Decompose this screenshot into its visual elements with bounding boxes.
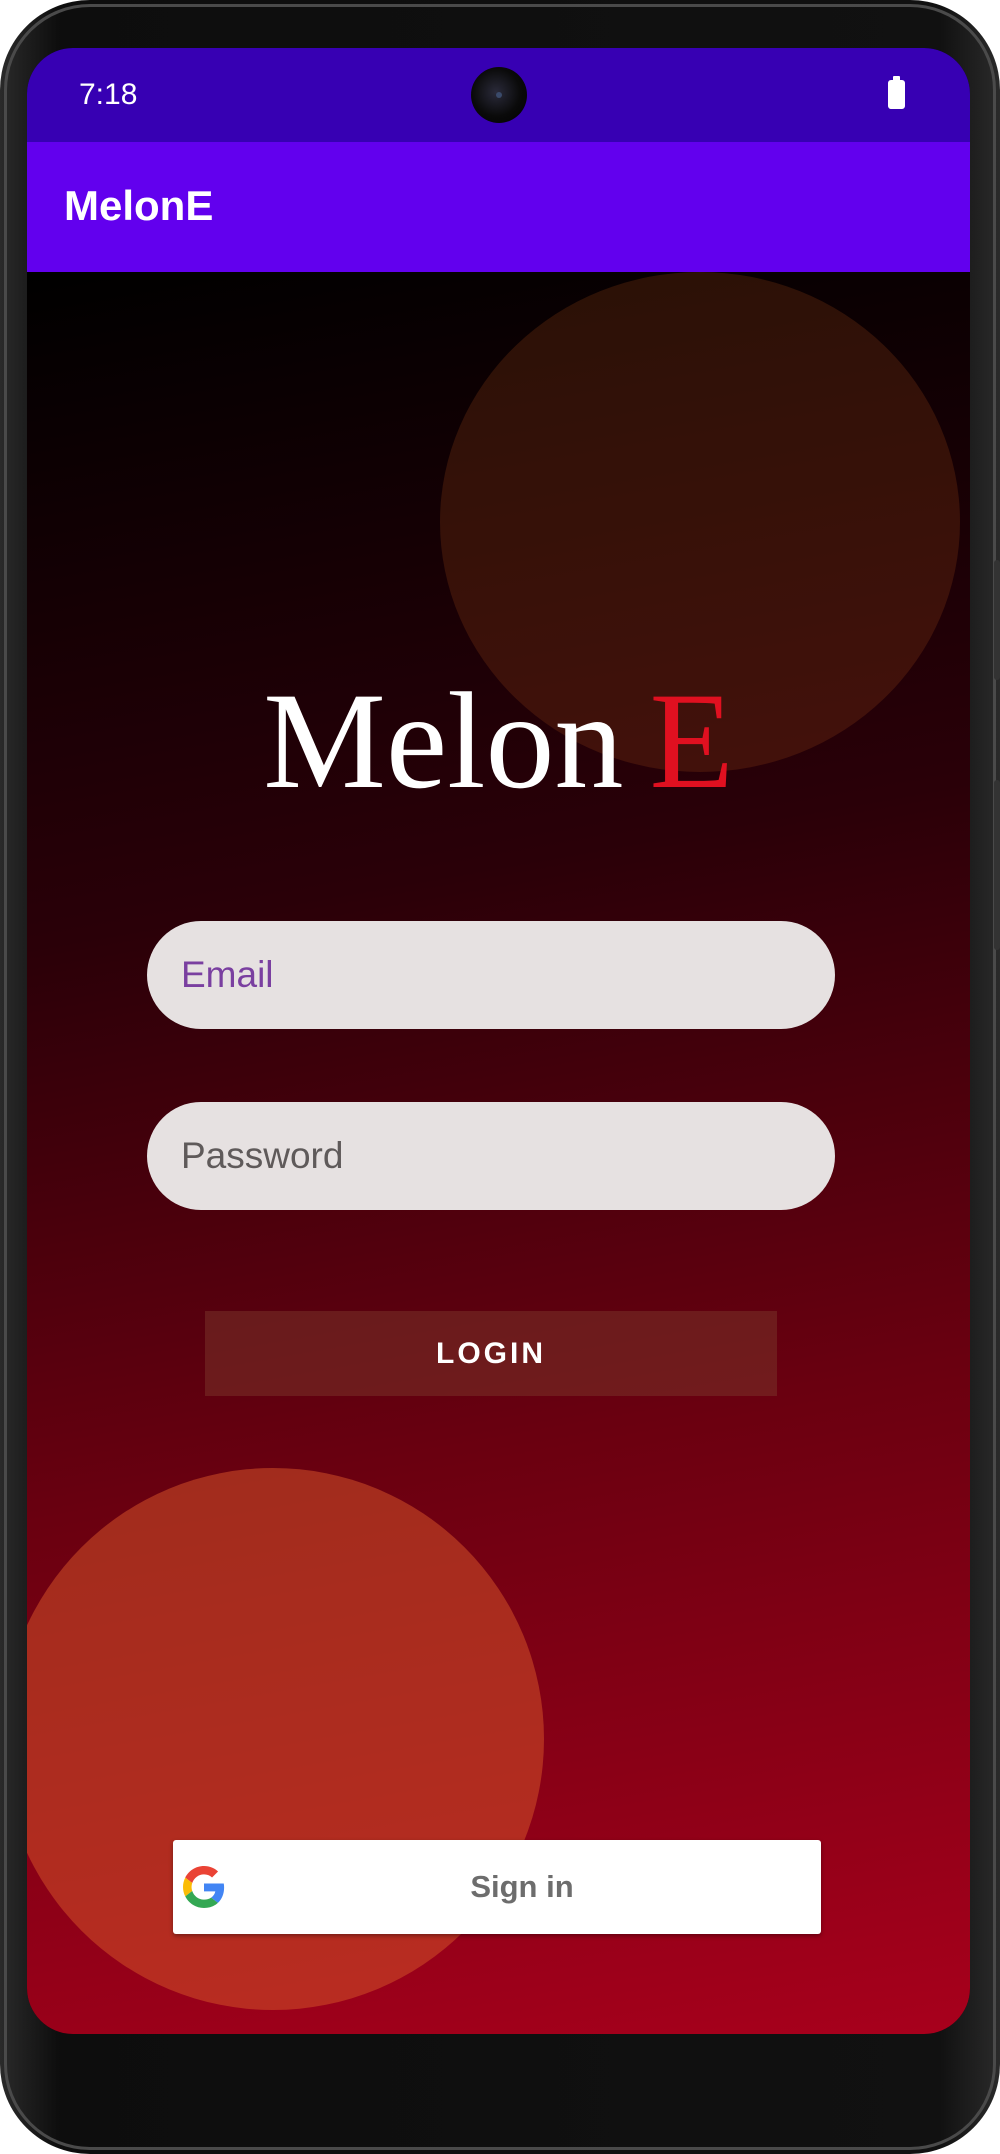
app-bar: MelonE <box>27 142 970 272</box>
status-time: 7:18 <box>79 78 138 111</box>
phone-screen: 7:18 MelonE MelonE LOGIN Sign in <box>27 48 970 2034</box>
google-sign-in-button[interactable]: Sign in <box>173 1840 821 1934</box>
app-title: MelonE <box>64 182 214 229</box>
login-screen: MelonE LOGIN Sign in <box>27 272 970 2034</box>
email-field[interactable] <box>147 921 835 1029</box>
logo-text-main: Melon <box>263 664 624 817</box>
password-field[interactable] <box>147 1102 835 1210</box>
front-camera <box>471 67 527 123</box>
melone-logo: Melon E <box>27 672 970 810</box>
status-bar: 7:18 <box>27 48 970 142</box>
logo-text-accent: E <box>649 664 734 817</box>
login-button[interactable]: LOGIN <box>205 1311 777 1396</box>
volume-button <box>994 560 1000 680</box>
phone-frame: 7:18 MelonE MelonE LOGIN Sign in <box>0 0 1000 2154</box>
power-button <box>994 780 1000 950</box>
battery-full-icon <box>888 76 905 109</box>
google-sign-in-label: Sign in <box>470 1869 574 1904</box>
